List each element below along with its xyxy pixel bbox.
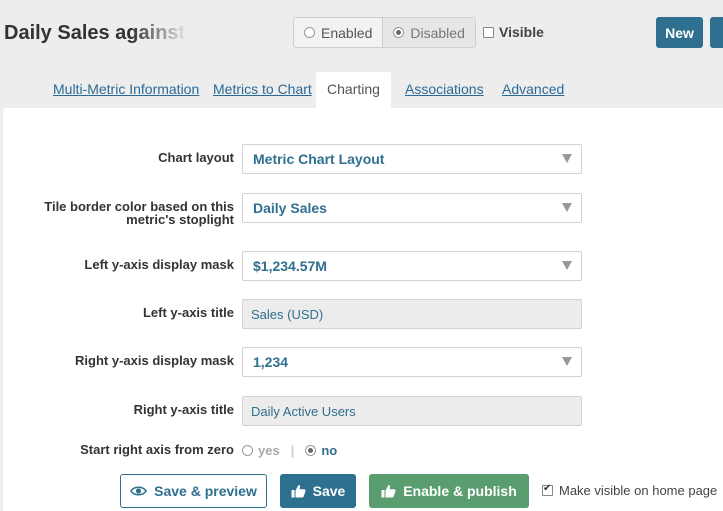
checkbox-icon xyxy=(542,483,553,496)
tile-border-label: Tile border color based on this metric's… xyxy=(44,200,234,226)
left-mask-select[interactable]: $1,234.57M xyxy=(242,251,582,281)
disabled-label: Disabled xyxy=(410,24,465,41)
eye-icon xyxy=(130,485,148,497)
tile-border-value: Daily Sales xyxy=(253,200,327,216)
enable-publish-label: Enable & publish xyxy=(403,483,517,499)
visible-label: Visible xyxy=(499,24,544,40)
enabled-label: Enabled xyxy=(321,24,373,41)
tab-bar: Multi-Metric Information Metrics to Char… xyxy=(0,72,723,108)
enabled-option[interactable]: Enabled xyxy=(294,18,382,47)
enabled-radio-icon xyxy=(304,27,315,38)
save-preview-label: Save & preview xyxy=(154,483,257,499)
enable-publish-button[interactable]: Enable & publish xyxy=(369,474,529,508)
no-radio-icon xyxy=(305,445,317,456)
tab-multi-metric-information[interactable]: Multi-Metric Information xyxy=(53,72,199,108)
right-mask-value: 1,234 xyxy=(253,354,289,370)
new-button[interactable]: New xyxy=(656,17,703,48)
page-title: Daily Sales against xyxy=(4,22,186,44)
tab-metrics-to-chart[interactable]: Metrics to Chart xyxy=(213,72,312,108)
right-mask-label: Right y-axis display mask xyxy=(75,353,234,368)
home-visible-checkbox[interactable]: Make visible on home page xyxy=(542,483,717,498)
start-zero-yes[interactable]: yes xyxy=(242,443,280,458)
left-title-label: Left y-axis title xyxy=(142,305,234,320)
thumbs-up-icon xyxy=(381,484,396,498)
tab-charting[interactable]: Charting xyxy=(316,72,391,108)
chart-layout-select[interactable]: Metric Chart Layout xyxy=(242,144,582,174)
chevron-down-icon xyxy=(562,357,572,366)
chevron-down-icon xyxy=(562,261,572,270)
visible-checkbox-icon xyxy=(483,26,494,38)
disabled-option[interactable]: Disabled xyxy=(382,18,475,47)
left-mask-label: Left y-axis display mask xyxy=(84,257,234,272)
more-button[interactable] xyxy=(710,17,723,48)
chart-layout-value: Metric Chart Layout xyxy=(253,151,385,167)
yes-radio-icon xyxy=(242,445,253,456)
right-title-input[interactable]: Daily Active Users xyxy=(242,396,582,426)
yes-label: yes xyxy=(258,443,280,458)
visible-checkbox[interactable]: Visible xyxy=(483,24,544,40)
thumbs-up-icon xyxy=(291,484,306,498)
save-label: Save xyxy=(312,483,346,499)
chart-layout-label: Chart layout xyxy=(158,150,234,165)
right-title-label: Right y-axis title xyxy=(133,402,234,417)
tile-border-select[interactable]: Daily Sales xyxy=(242,193,582,223)
tab-associations[interactable]: Associations xyxy=(405,72,484,108)
start-zero-no[interactable]: no xyxy=(305,443,337,458)
tab-advanced[interactable]: Advanced xyxy=(502,72,564,108)
left-title-input[interactable]: Sales (USD) xyxy=(242,299,582,329)
start-zero-radio-group: yes | no xyxy=(242,443,337,458)
home-visible-label: Make visible on home page xyxy=(559,483,718,498)
state-toggle[interactable]: Enabled Disabled xyxy=(293,17,476,48)
separator: | xyxy=(290,443,295,458)
start-zero-label: Start right axis from zero xyxy=(80,442,234,457)
right-mask-select[interactable]: 1,234 xyxy=(242,347,582,377)
disabled-radio-icon xyxy=(393,27,405,38)
save-preview-button[interactable]: Save & preview xyxy=(120,474,267,508)
chevron-down-icon xyxy=(562,154,572,163)
save-button[interactable]: Save xyxy=(280,474,356,508)
no-label: no xyxy=(321,443,338,458)
tile-border-label-line2: metric's stoplight xyxy=(126,212,234,227)
chevron-down-icon xyxy=(562,203,572,212)
left-mask-value: $1,234.57M xyxy=(253,258,327,274)
